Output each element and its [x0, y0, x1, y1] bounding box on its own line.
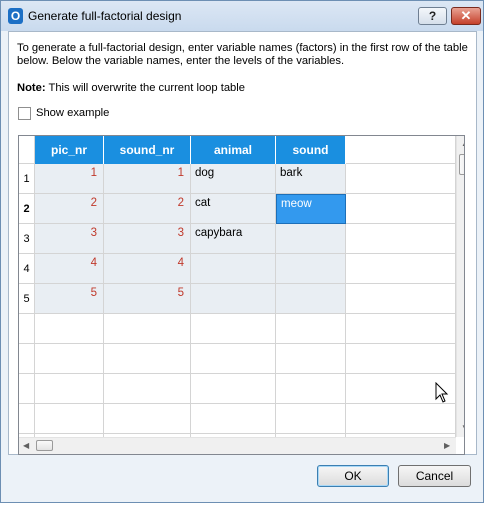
scroll-right-icon[interactable]: ▶ — [444, 441, 450, 450]
column-header-1[interactable]: sound_nr — [104, 136, 191, 164]
table-corner[interactable] — [19, 136, 35, 164]
column-header-3[interactable]: sound — [276, 136, 346, 164]
table-cell[interactable] — [346, 404, 456, 434]
help-button[interactable]: ? — [418, 7, 447, 25]
cancel-button[interactable]: Cancel — [398, 465, 471, 487]
table-cell[interactable] — [191, 284, 276, 314]
table-cell[interactable] — [346, 224, 456, 254]
ok-button[interactable]: OK — [317, 465, 389, 487]
title-bar[interactable]: O Generate full-factorial design ? ✕ — [1, 1, 483, 31]
row-header-1[interactable]: 1 — [19, 164, 35, 194]
loop-table[interactable]: pic_nr sound_nr animal sound 1 1 1 dog bark 2 2 2 ca… — [18, 135, 465, 455]
table-cell[interactable] — [346, 194, 456, 224]
table-cell[interactable] — [276, 344, 346, 374]
table-cell[interactable]: dog — [191, 164, 276, 194]
horizontal-scroll-thumb[interactable] — [36, 440, 53, 451]
table-cell[interactable]: 1 — [104, 164, 191, 194]
table-cell[interactable] — [276, 374, 346, 404]
row-header-7[interactable] — [19, 344, 35, 374]
app-icon: O — [8, 8, 23, 24]
table-cell[interactable] — [104, 314, 191, 344]
table-cell[interactable]: 5 — [104, 284, 191, 314]
horizontal-scrollbar[interactable]: ◀ ▶ — [19, 437, 456, 454]
dialog-content: To generate a full-factorial design, ent… — [8, 31, 477, 455]
column-header-2[interactable]: animal — [191, 136, 276, 164]
table-cell[interactable]: bark — [276, 164, 346, 194]
table-cell[interactable]: 2 — [35, 194, 104, 224]
table-cell[interactable] — [276, 224, 346, 254]
table-cell[interactable] — [191, 344, 276, 374]
table-cell[interactable] — [191, 404, 276, 434]
table-cell[interactable] — [35, 404, 104, 434]
scroll-left-icon[interactable]: ◀ — [23, 441, 29, 450]
table-cell[interactable] — [346, 344, 456, 374]
scroll-down-icon[interactable]: ▼ — [461, 423, 464, 432]
table-cell[interactable] — [346, 254, 456, 284]
close-button[interactable]: ✕ — [451, 7, 481, 25]
table-cell[interactable] — [104, 344, 191, 374]
row-header-6[interactable] — [19, 314, 35, 344]
window-title: Generate full-factorial design — [28, 9, 182, 23]
column-header-0[interactable]: pic_nr — [35, 136, 104, 164]
row-header-5[interactable]: 5 — [19, 284, 35, 314]
row-header-4[interactable]: 4 — [19, 254, 35, 284]
table-cell[interactable] — [191, 254, 276, 284]
table-cell[interactable] — [276, 284, 346, 314]
column-header-4[interactable] — [346, 136, 456, 164]
row-header-9[interactable] — [19, 404, 35, 434]
table-cell[interactable]: 4 — [104, 254, 191, 284]
table-cell[interactable] — [191, 314, 276, 344]
table-cell[interactable]: 3 — [35, 224, 104, 254]
show-example-label[interactable]: Show example — [36, 107, 109, 119]
table-cell[interactable]: capybara — [191, 224, 276, 254]
vertical-scroll-thumb[interactable] — [459, 154, 464, 175]
dialog-window: O Generate full-factorial design ? ✕ To … — [0, 0, 484, 503]
vertical-scrollbar[interactable]: ▲ ▼ — [456, 136, 464, 437]
table-cell[interactable] — [35, 314, 104, 344]
table-cell[interactable] — [276, 314, 346, 344]
show-example-checkbox[interactable] — [18, 107, 31, 120]
row-header-8[interactable] — [19, 374, 35, 404]
note-message: This will overwrite the current loop tab… — [48, 82, 246, 94]
table-cell[interactable]: 2 — [104, 194, 191, 224]
table-cell[interactable] — [35, 374, 104, 404]
table-cell[interactable] — [346, 314, 456, 344]
table-cell[interactable] — [104, 404, 191, 434]
table-cell[interactable]: 5 — [35, 284, 104, 314]
table-cell[interactable]: meow — [276, 194, 346, 224]
table-cell[interactable] — [346, 284, 456, 314]
table-cell[interactable]: 4 — [35, 254, 104, 284]
mouse-cursor-icon — [435, 382, 449, 403]
table-cell[interactable] — [35, 344, 104, 374]
note-label: Note: — [17, 82, 46, 94]
scroll-up-icon[interactable]: ▲ — [461, 139, 464, 148]
table-cell[interactable] — [104, 374, 191, 404]
table-cell[interactable]: 1 — [35, 164, 104, 194]
row-header-2[interactable]: 2 — [19, 194, 35, 224]
table-cell[interactable] — [276, 254, 346, 284]
table-cell[interactable] — [191, 374, 276, 404]
intro-text: To generate a full-factorial design, ent… — [17, 42, 468, 67]
row-header-3[interactable]: 3 — [19, 224, 35, 254]
note-text: Note: This will overwrite the current lo… — [17, 82, 245, 94]
table-cell[interactable]: cat — [191, 194, 276, 224]
table-cell[interactable] — [276, 404, 346, 434]
table-cell[interactable] — [346, 164, 456, 194]
table-cell[interactable]: 3 — [104, 224, 191, 254]
